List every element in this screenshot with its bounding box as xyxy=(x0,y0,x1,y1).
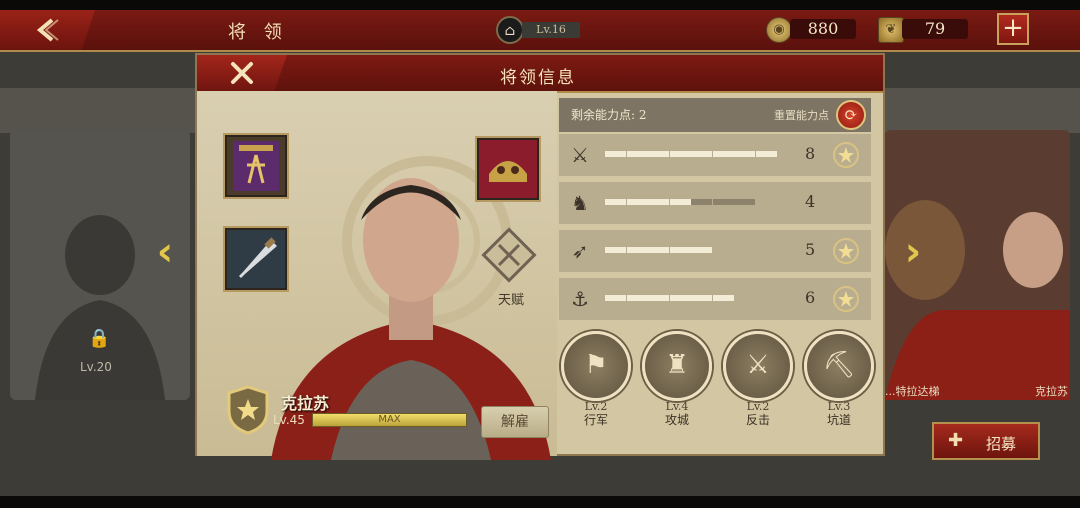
stat-segment xyxy=(669,247,691,253)
anchor-icon: ⚓ xyxy=(571,287,589,311)
stat-segment xyxy=(626,199,648,205)
ability-name: 攻城 xyxy=(664,413,689,427)
stat-segment xyxy=(734,199,755,205)
stat-segment xyxy=(691,199,712,205)
stat-row-navy: ⚓ 6 xyxy=(559,278,871,320)
general-info-modal: 将领信息 天赋 克拉苏 Lv.45 MAX 解雇 剩余能力点: 2 重置能力点 … xyxy=(195,53,885,460)
stat-segment xyxy=(648,199,669,205)
right-card-name-2: 克拉苏 xyxy=(1035,385,1068,398)
general-name: 克拉苏 xyxy=(281,394,330,413)
reset-points-button[interactable]: ⟳ xyxy=(836,100,866,130)
ability-points-bar: 剩余能力点: 2 重置能力点 ⟳ xyxy=(559,98,871,132)
stat-segment xyxy=(605,199,626,205)
stat-segment xyxy=(648,151,669,157)
recruit-button[interactable]: ✚ 招募 xyxy=(932,422,1040,460)
page-title: 将 领 xyxy=(228,22,288,43)
stat-segment xyxy=(669,151,691,157)
ability-tunnel[interactable]: ⛏ Lv.3 坑道 xyxy=(804,331,874,427)
stat-segment xyxy=(648,247,669,253)
prev-general-arrow[interactable]: ‹ xyxy=(150,232,180,272)
modal-header: 将领信息 xyxy=(197,55,883,93)
counterattack-icon: ⚔ xyxy=(723,331,793,401)
stat-row-infantry: ⚔ 8 xyxy=(559,134,871,176)
helmet-plus-icon: ✚ xyxy=(948,430,964,451)
sword-icon: ⚔ xyxy=(571,143,589,167)
coin-resource[interactable]: ◉ 880 xyxy=(766,16,858,44)
stat-segment xyxy=(605,295,626,301)
ability-level: Lv.2 xyxy=(746,400,770,413)
locked-level-text: Lv.20 xyxy=(80,360,112,374)
stat-segment xyxy=(691,295,712,301)
stat-segment xyxy=(669,199,691,205)
ability-level: Lv.4 xyxy=(665,400,689,413)
laurel-star-icon xyxy=(833,286,859,312)
stat-segment xyxy=(755,151,777,157)
right-card-name-1: ...特拉达梯 xyxy=(885,385,940,398)
stat-segment xyxy=(605,151,626,157)
modal-title: 将领信息 xyxy=(500,68,576,88)
add-resource-button[interactable]: + xyxy=(997,13,1029,45)
laurel-resource[interactable]: ❦ 79 xyxy=(878,16,978,44)
stat-value: 6 xyxy=(805,288,816,307)
remaining-points-label: 剩余能力点: 2 xyxy=(571,108,647,122)
stat-segment xyxy=(712,295,734,301)
ability-name: 行军 xyxy=(583,413,608,427)
ability-name: 反击 xyxy=(745,413,770,427)
stat-segment xyxy=(648,295,669,301)
stat-value: 5 xyxy=(805,240,816,259)
stat-segment xyxy=(605,247,626,253)
temple-icon: ⌂ xyxy=(496,16,524,44)
stat-segment xyxy=(626,295,648,301)
close-button[interactable] xyxy=(197,55,287,91)
star-shield-icon xyxy=(227,385,269,435)
experience-bar: MAX xyxy=(312,413,467,427)
top-bar: 将 领 ⌂ Lv.16 ◉ 880 ❦ 79 + xyxy=(0,10,1080,52)
ability-march[interactable]: ⚑ Lv.2 行军 xyxy=(561,331,631,427)
stat-segment xyxy=(691,151,712,157)
laurel-count: 79 xyxy=(902,19,968,39)
dismiss-button[interactable]: 解雇 xyxy=(481,406,549,438)
back-button[interactable] xyxy=(0,10,95,50)
general-portrait-preview xyxy=(885,200,1070,400)
ability-level: Lv.2 xyxy=(584,400,608,413)
stat-segment xyxy=(669,295,691,301)
stat-segment xyxy=(734,151,755,157)
coin-count: 880 xyxy=(790,19,856,39)
player-level-badge[interactable]: ⌂ Lv.16 xyxy=(496,16,586,44)
stat-value: 8 xyxy=(805,144,816,163)
horse-icon: ♞ xyxy=(571,191,589,215)
stat-value: 4 xyxy=(805,192,816,211)
stat-row-cavalry: ♞ 4 xyxy=(559,182,871,224)
rank-badge xyxy=(227,385,269,435)
player-level-text: Lv.16 xyxy=(522,22,580,38)
experience-bar-label: MAX xyxy=(378,414,401,425)
stat-row-archer: ➶ 5 xyxy=(559,230,871,272)
reset-points-label: 重置能力点 xyxy=(774,109,829,122)
recruit-label: 招募 xyxy=(986,435,1017,453)
stat-segment xyxy=(712,199,734,205)
tunnel-icon: ⛏ xyxy=(804,331,874,401)
siege-icon: ♜ xyxy=(642,331,712,401)
close-icon xyxy=(231,62,253,84)
refresh-icon: ⟳ xyxy=(844,105,858,124)
chevron-left-icon xyxy=(36,18,59,42)
general-level: Lv.45 xyxy=(273,413,305,427)
ability-counterattack[interactable]: ⚔ Lv.2 反击 xyxy=(723,331,793,427)
bow-icon: ➶ xyxy=(571,239,589,263)
stat-segment xyxy=(626,247,648,253)
laurel-star-icon xyxy=(833,142,859,168)
coin-icon: ◉ xyxy=(766,17,792,43)
stat-segment xyxy=(626,151,648,157)
laurel-star-icon xyxy=(833,238,859,264)
stat-segment xyxy=(712,151,734,157)
laurel-chest-icon: ❦ xyxy=(878,17,904,43)
next-general-arrow[interactable]: › xyxy=(898,232,928,272)
stat-segment xyxy=(691,247,712,253)
ability-level: Lv.3 xyxy=(827,400,851,413)
ability-siege[interactable]: ♜ Lv.4 攻城 xyxy=(642,331,712,427)
bottom-strip xyxy=(0,496,1080,508)
ability-name: 坑道 xyxy=(826,413,851,427)
march-icon: ⚑ xyxy=(561,331,631,401)
lock-icon: 🔒 xyxy=(88,328,111,349)
